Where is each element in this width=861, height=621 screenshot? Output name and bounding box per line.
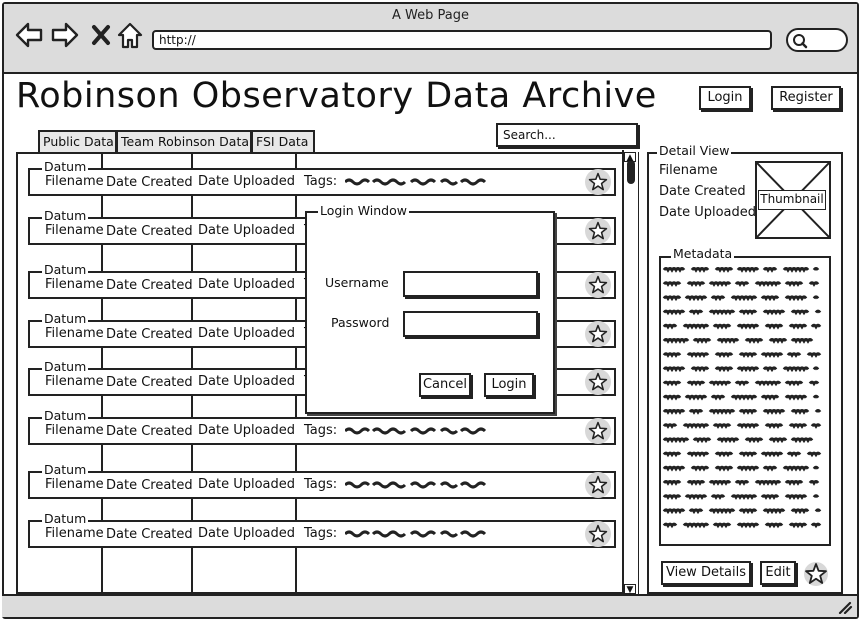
edit-button[interactable]: Edit — [760, 561, 796, 585]
date-created-cell: Date Created — [106, 527, 193, 542]
date-created-cell: Date Created — [106, 375, 193, 390]
date-created-cell: Date Created — [106, 478, 193, 493]
metadata-text-placeholder — [661, 267, 829, 529]
date-uploaded-cell: Date Uploaded — [198, 477, 296, 492]
tags-cell: Tags: — [304, 477, 510, 492]
filename-cell: Filename — [45, 374, 104, 389]
metadata-box — [659, 256, 831, 546]
filename-cell: Filename — [45, 277, 104, 292]
datum-label: Datum — [42, 511, 89, 526]
search-input[interactable]: Search... — [496, 123, 638, 147]
date-uploaded-cell: Date Uploaded — [198, 223, 296, 238]
date-uploaded-cell: Date Uploaded — [198, 374, 296, 389]
tags-placeholder — [345, 481, 487, 488]
detail-filename: Filename — [659, 163, 718, 178]
favorite-star-icon[interactable] — [585, 272, 611, 298]
favorite-star-icon[interactable] — [585, 521, 611, 547]
tab-team-robinson-data[interactable]: Team Robinson Data — [116, 130, 252, 154]
scroll-up-icon[interactable]: ▲ — [624, 152, 636, 163]
view-details-button[interactable]: View Details — [661, 561, 751, 585]
date-created-cell: Date Created — [106, 224, 193, 239]
scrollbar-thumb[interactable] — [627, 160, 635, 184]
date-created-cell: Date Created — [106, 175, 193, 190]
tab-fsi-data[interactable]: FSI Data — [251, 130, 315, 154]
browser-search-field[interactable] — [786, 28, 848, 52]
date-uploaded-cell: Date Uploaded — [198, 423, 296, 438]
filename-cell: Filename — [45, 326, 104, 341]
tags-cell: Tags: — [304, 423, 510, 438]
status-bar — [2, 594, 857, 617]
date-uploaded-cell: Date Uploaded — [198, 174, 296, 189]
login-window-title: Login Window — [318, 203, 409, 218]
tags-cell: Tags: — [304, 174, 510, 189]
datum-label: Datum — [42, 159, 89, 174]
favorite-star-icon[interactable] — [585, 218, 611, 244]
favorite-star-icon[interactable] — [585, 369, 611, 395]
favorite-star-icon[interactable] — [585, 321, 611, 347]
date-uploaded-cell: Date Uploaded — [198, 326, 296, 341]
filename-cell: Filename — [45, 477, 104, 492]
date-created-cell: Date Created — [106, 424, 193, 439]
tags-placeholder — [345, 530, 487, 537]
tags-placeholder — [345, 427, 487, 434]
favorite-star-icon[interactable] — [585, 418, 611, 444]
tags-placeholder — [345, 178, 487, 185]
username-input[interactable] — [403, 271, 538, 297]
filename-cell: Filename — [45, 526, 104, 541]
login-button[interactable]: Login — [699, 86, 751, 110]
page-title: Robinson Observatory Data Archive — [16, 76, 657, 116]
favorite-star-icon[interactable] — [803, 561, 829, 587]
url-bar[interactable]: http:// — [152, 30, 772, 50]
register-button[interactable]: Register — [771, 86, 841, 110]
search-icon — [793, 34, 808, 49]
datum-label: Datum — [42, 408, 89, 423]
tags-label: Tags: — [304, 477, 338, 492]
datum-label: Datum — [42, 262, 89, 277]
date-created-cell: Date Created — [106, 278, 193, 293]
cancel-button[interactable]: Cancel — [419, 373, 471, 397]
detail-date-uploaded: Date Uploaded — [659, 205, 757, 220]
login-submit-button[interactable]: Login — [484, 373, 534, 397]
metadata-title: Metadata — [671, 246, 735, 261]
filename-cell: Filename — [45, 423, 104, 438]
tags-label: Tags: — [304, 423, 338, 438]
password-label: Password — [331, 315, 390, 330]
tags-label: Tags: — [304, 526, 338, 541]
filename-cell: Filename — [45, 174, 104, 189]
datum-label: Datum — [42, 208, 89, 223]
home-icon[interactable] — [115, 20, 145, 50]
tab-public-data[interactable]: Public Data — [38, 130, 117, 154]
date-uploaded-cell: Date Uploaded — [198, 526, 296, 541]
favorite-star-icon[interactable] — [585, 169, 611, 195]
close-icon[interactable] — [86, 20, 116, 50]
filename-cell: Filename — [45, 223, 104, 238]
favorite-star-icon[interactable] — [585, 472, 611, 498]
datum-label: Datum — [42, 311, 89, 326]
datum-label: Datum — [42, 462, 89, 477]
forward-arrow-icon[interactable] — [50, 20, 80, 50]
detail-view-title: Detail View — [657, 143, 732, 158]
tags-cell: Tags: — [304, 526, 510, 541]
date-created-cell: Date Created — [106, 327, 193, 342]
back-arrow-icon[interactable] — [14, 20, 44, 50]
thumbnail-label: Thumbnail — [758, 190, 826, 210]
scrollbar[interactable] — [622, 150, 638, 596]
detail-date-created: Date Created — [659, 184, 746, 199]
datum-label: Datum — [42, 359, 89, 374]
password-input[interactable] — [403, 311, 538, 337]
resize-handle-icon[interactable] — [837, 600, 853, 614]
username-label: Username — [325, 275, 389, 290]
tags-label: Tags: — [304, 174, 338, 189]
scroll-down-icon[interactable]: ▼ — [624, 584, 636, 595]
date-uploaded-cell: Date Uploaded — [198, 277, 296, 292]
